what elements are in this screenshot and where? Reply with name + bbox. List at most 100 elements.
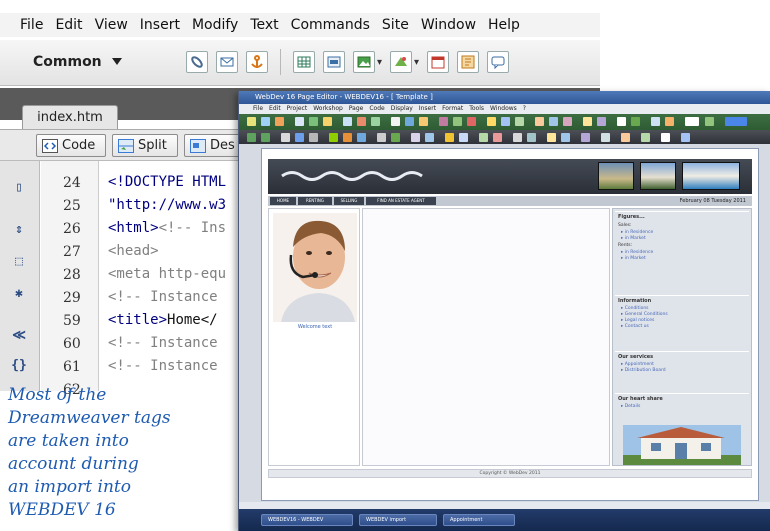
insert-category-dropdown[interactable]: Common — [33, 54, 122, 70]
toolbar-icon[interactable] — [391, 133, 400, 142]
email-link-icon[interactable] — [216, 51, 238, 73]
toolbar-icon[interactable] — [501, 117, 510, 126]
toolbar-icon[interactable] — [405, 117, 414, 126]
webdev-menu-insert[interactable]: Insert — [419, 104, 436, 114]
date-icon[interactable] — [427, 51, 450, 73]
sidebar-link[interactable]: ▸ in Market — [615, 256, 749, 262]
named-anchor-icon[interactable] — [246, 51, 268, 73]
toolbar-icon[interactable] — [641, 133, 650, 142]
webdev-menu-tools[interactable]: Tools — [469, 104, 484, 114]
toolbar-icon[interactable] — [275, 117, 284, 126]
media-dropdown-arrow-icon[interactable]: ▾ — [414, 57, 419, 68]
nav-item-home[interactable]: HOME — [270, 197, 296, 205]
toolbar-icon[interactable] — [583, 117, 592, 126]
toolbar-icon[interactable] — [661, 133, 670, 142]
balance-braces-icon[interactable]: {} — [10, 357, 28, 375]
toolbar-icon[interactable] — [357, 117, 366, 126]
toolbar-icon[interactable] — [561, 133, 570, 142]
photo-caption[interactable]: Welcome text — [269, 324, 361, 330]
toolbar-icon[interactable] — [295, 133, 304, 142]
toolbar-icon[interactable] — [261, 117, 270, 126]
toolbar-icon[interactable] — [439, 117, 448, 126]
toolbar-icon[interactable] — [651, 117, 660, 126]
nav-item-find-agent[interactable]: FIND AN ESTATE AGENT — [366, 197, 436, 205]
toolbar-icon[interactable] — [329, 133, 338, 142]
toolbar-icon[interactable] — [631, 117, 640, 126]
webdev-menu-file[interactable]: File — [253, 104, 263, 114]
toolbar-icon[interactable] — [487, 117, 496, 126]
toolbar-icon[interactable] — [247, 133, 256, 142]
toolbar-icon[interactable] — [581, 133, 590, 142]
webdev-menu-workshop[interactable]: Workshop — [313, 104, 343, 114]
toolbar-icon[interactable] — [685, 117, 699, 126]
server-side-include-icon[interactable] — [457, 51, 480, 73]
toolbar-icon[interactable] — [705, 117, 714, 126]
toolbar-icon[interactable] — [343, 133, 352, 142]
toolbar-icon[interactable] — [281, 133, 290, 142]
tab-index-htm[interactable]: index.htm — [22, 105, 118, 129]
webdev-menu-help[interactable]: ? — [523, 104, 526, 114]
toolbar-icon[interactable] — [445, 133, 454, 142]
taskbar-button-appointment[interactable]: Appointment — [443, 514, 515, 526]
media-icon[interactable] — [390, 51, 413, 73]
toolbar-icon[interactable] — [617, 117, 626, 126]
toolbar-icon[interactable] — [247, 117, 256, 126]
toolbar-icon[interactable] — [549, 117, 558, 126]
webdev-menu-code[interactable]: Code — [369, 104, 384, 114]
menu-insert[interactable]: Insert — [134, 17, 186, 33]
toolbar-icon[interactable] — [515, 117, 524, 126]
image-icon[interactable] — [353, 51, 375, 73]
toolbar-icon[interactable] — [601, 133, 610, 142]
toolbar-icon[interactable] — [479, 133, 488, 142]
image-dropdown-arrow-icon[interactable]: ▾ — [377, 57, 382, 68]
toolbar-icon[interactable] — [681, 133, 690, 142]
toolbar-icon[interactable] — [377, 133, 386, 142]
menu-site[interactable]: Site — [376, 17, 415, 33]
layer-icon[interactable] — [323, 51, 345, 73]
sidebar-link[interactable]: ▸ Distribution Board — [615, 368, 749, 374]
toolbar-icon[interactable] — [453, 117, 462, 126]
webdev-menu-project[interactable]: Project — [287, 104, 308, 114]
toolbar-icon[interactable] — [535, 117, 544, 126]
toolbar-icon[interactable] — [309, 133, 318, 142]
hyperlink-icon[interactable] — [186, 51, 208, 73]
select-parent-tag-icon[interactable]: ≪ — [10, 327, 28, 345]
comment-icon[interactable] — [487, 51, 510, 73]
toolbar-icon[interactable] — [493, 133, 502, 142]
toolbar-icon[interactable] — [419, 117, 428, 126]
menu-view[interactable]: View — [89, 17, 134, 33]
webdev-menu-display[interactable]: Display — [391, 104, 413, 114]
nav-item-renting[interactable]: RENTING — [298, 197, 332, 205]
toolbar-icon[interactable] — [665, 117, 674, 126]
menu-file[interactable]: File — [14, 17, 49, 33]
collapse-tag-icon[interactable]: ⇕ — [10, 221, 28, 239]
webdev-menu-edit[interactable]: Edit — [269, 104, 281, 114]
code-view-button[interactable]: Code — [36, 134, 106, 157]
table-icon[interactable] — [293, 51, 315, 73]
expand-all-icon[interactable]: ✱ — [10, 285, 28, 303]
menu-help[interactable]: Help — [482, 17, 526, 33]
taskbar-button-webdev[interactable]: WEBDEV16 - WEBDEV — [261, 514, 353, 526]
toolbar-icon[interactable] — [527, 133, 536, 142]
toolbar-icon[interactable] — [563, 117, 572, 126]
collapse-selection-icon[interactable]: ⬚ — [10, 253, 28, 271]
toolbar-icon[interactable] — [309, 117, 318, 126]
toolbar-icon[interactable] — [371, 117, 380, 126]
page-editor-canvas[interactable]: HOME RENTING SELLING FIND AN ESTATE AGEN… — [261, 148, 759, 501]
toolbar-icon[interactable] — [323, 117, 332, 126]
toolbar-icon[interactable] — [261, 133, 270, 142]
menu-edit[interactable]: Edit — [49, 17, 88, 33]
sidebar-link[interactable]: ▸ Contact us — [615, 324, 749, 330]
taskbar-button-import[interactable]: WEBDEV import — [359, 514, 437, 526]
sidebar-link[interactable]: ▸ Details — [615, 404, 749, 410]
toolbar-icon[interactable] — [725, 117, 747, 126]
toolbar-icon[interactable] — [425, 133, 434, 142]
toolbar-icon[interactable] — [547, 133, 556, 142]
toolbar-icon[interactable] — [621, 133, 630, 142]
webdev-menu-windows[interactable]: Windows — [490, 104, 517, 114]
menu-commands[interactable]: Commands — [285, 17, 376, 33]
toolbar-icon[interactable] — [295, 117, 304, 126]
toolbar-icon[interactable] — [357, 133, 366, 142]
nav-item-selling[interactable]: SELLING — [334, 197, 364, 205]
toolbar-icon[interactable] — [467, 117, 476, 126]
